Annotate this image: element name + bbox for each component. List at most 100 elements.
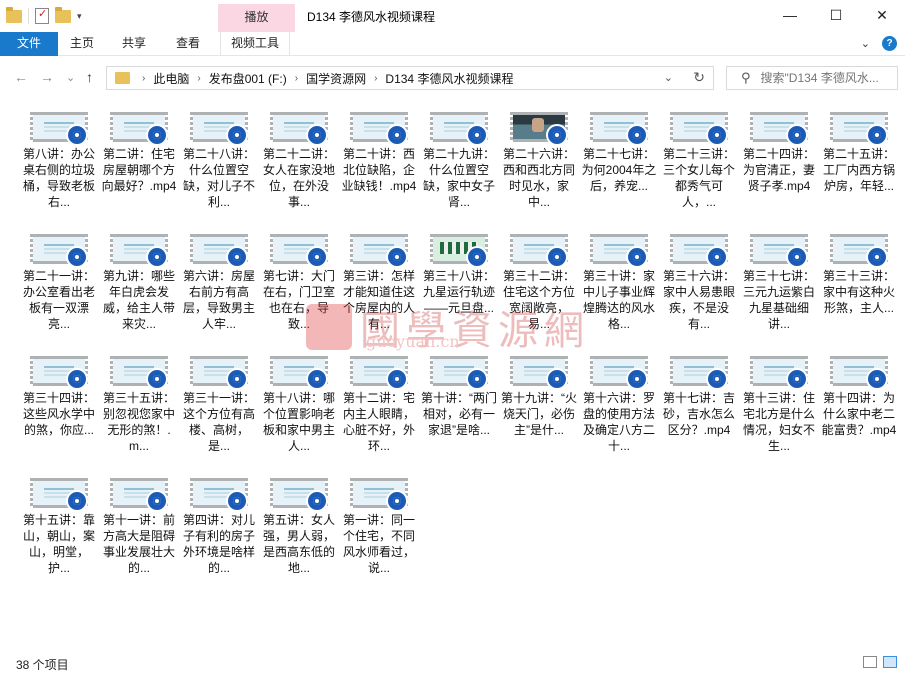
file-item[interactable]: 第十三讲：住宅北方是什么情况，妇女不生... [740,348,818,460]
chevron-right-icon[interactable]: › [142,73,145,84]
breadcrumb-current[interactable]: D134 李德风水视频课程 [385,70,513,87]
file-name: 第十九讲：“火烧天门，必伤主”是什... [501,391,577,437]
file-item[interactable]: 第十五讲：靠山，朝山，案山，明堂，护... [20,470,98,582]
window-title: D134 李德风水视频课程 [307,10,436,24]
file-list[interactable]: 第八讲：办公桌右侧的垃圾桶，导致老板右... 第二讲：住宅房屋朝哪个方向最好？.m… [0,100,905,650]
ribbon-right-controls: ⌄ ? [861,36,897,51]
file-item[interactable]: 第十四讲：为什么家中老二能富贵？.mp4 [820,348,898,460]
media-player-icon [306,124,328,146]
up-button[interactable]: ↑ [86,69,93,85]
file-name: 第八讲：办公桌右侧的垃圾桶，导致老板右... [22,147,95,209]
chevron-right-icon[interactable]: › [374,73,377,84]
media-player-icon [466,246,488,268]
forward-button[interactable]: → [40,69,54,85]
file-item[interactable]: 第二十四讲：为官清正，妻贤子孝.mp4 [740,104,818,216]
file-item[interactable]: 第二十八讲：什么位置空缺，对儿子不利... [180,104,258,216]
minimize-button[interactable]: — [767,0,813,30]
file-item[interactable]: 第二十讲：西北位缺陷，企业缺钱！.mp4 [340,104,418,216]
address-dropdown-chevron-icon[interactable]: ⌄ [664,71,673,84]
file-name: 第二十六讲：西和西北方同时见水，家中... [502,147,575,209]
file-item[interactable]: 第二十七讲：为何2004年之后，养宠... [580,104,658,216]
file-item[interactable]: 第二十六讲：西和西北方同时见水，家中... [500,104,578,216]
breadcrumb-folder[interactable]: 国学资源网 [306,70,366,87]
file-item[interactable]: 第九讲：哪些年白虎会发威，给主人带来灾... [100,226,178,338]
file-item[interactable]: 第十九讲：“火烧天门，必伤主”是什... [500,348,578,460]
file-item[interactable]: 第三十讲：家中儿子事业辉煌腾达的风水格... [580,226,658,338]
breadcrumb-drive[interactable]: 发布盘001 (F:) [209,70,287,87]
file-item[interactable]: 第十六讲：罗盘的使用方法及确定八方二十... [580,348,658,460]
window-controls: — ☐ ✕ [767,0,905,30]
file-item[interactable]: 第二十二讲：女人在家没地位，在外没事... [260,104,338,216]
tab-video-tools[interactable]: 视频工具 [220,32,291,56]
file-item[interactable]: 第二十九讲：什么位置空缺，家中女子肾... [420,104,498,216]
details-view-icon[interactable] [863,656,877,668]
media-player-icon [386,490,408,512]
tab-view[interactable]: 查看 [166,32,210,56]
file-item[interactable]: 第十七讲：吉砂，吉水怎么区分？.mp4 [660,348,738,460]
file-name: 第二十讲：西北位缺陷，企业缺钱！.mp4 [341,147,417,193]
maximize-button[interactable]: ☐ [813,0,859,30]
recent-locations-chevron-icon[interactable]: ⌄ [66,71,75,84]
large-icons-view-icon[interactable] [883,656,897,668]
file-item[interactable]: 第三十六讲：家中人易患眼疾，不是没有... [660,226,738,338]
file-item[interactable]: 第三十五讲：别忽视您家中无形的煞！.m... [100,348,178,460]
address-bar[interactable]: › 此电脑 › 发布盘001 (F:) › 国学资源网 › D134 李德风水视… [106,66,714,90]
media-player-icon [626,246,648,268]
file-item[interactable]: 第十八讲：哪个位置影响老板和家中男主人... [260,348,338,460]
properties-icon[interactable] [35,7,49,24]
context-tab-play[interactable]: 播放 [218,4,295,32]
file-item[interactable]: 第七讲：大门在右，门卫室也在右，导致... [260,226,338,338]
file-item[interactable]: 第三十七讲：三元九运紫白九星基础细讲... [740,226,818,338]
file-name: 第二讲：住宅房屋朝哪个方向最好？.mp4 [101,147,177,193]
search-input[interactable] [760,71,881,85]
file-name: 第十四讲：为什么家中老二能富贵？.mp4 [821,391,897,437]
file-item[interactable]: 第三讲：怎样才能知道住这个房屋内的人有... [340,226,418,338]
view-switcher [863,656,897,668]
search-box[interactable]: ⚲ [726,66,898,90]
folder-icon [115,72,130,84]
file-name: 第三十八讲：九星运行轨迹——元旦盘... [422,269,495,315]
file-name: 第二十三讲：三个女儿每个都秀气可人，... [662,147,735,209]
folder-icon[interactable] [6,6,22,23]
file-item[interactable]: 第三十二讲：住宅这个方位宽阔敞亮，易... [500,226,578,338]
breadcrumb-this-pc[interactable]: 此电脑 [153,70,189,87]
file-item[interactable]: 第一讲：同一个住宅，不同风水师看过，说... [340,470,418,582]
media-player-icon [626,124,648,146]
file-item[interactable]: 第三十三讲：家中有这种火形煞，主人... [820,226,898,338]
file-name: 第四讲：对儿子有利的房子外环境是啥样的... [182,513,255,575]
chevron-right-icon[interactable]: › [197,73,200,84]
customize-toolbar-dropdown[interactable]: ▾ [77,11,82,22]
status-bar: 38 个项目 [0,651,905,675]
file-item[interactable]: 第十一讲：前方高大是阻碍事业发展壮大的... [100,470,178,582]
file-item[interactable]: 第三十八讲：九星运行轨迹——元旦盘... [420,226,498,338]
file-item[interactable]: 第三十一讲：这个方位有高楼、高树，是... [180,348,258,460]
file-item[interactable]: 第十二讲：宅内主人眼睛，心脏不好，外环... [340,348,418,460]
media-player-icon [786,368,808,390]
file-item[interactable]: 第四讲：对儿子有利的房子外环境是啥样的... [180,470,258,582]
expand-ribbon-chevron-icon[interactable]: ⌄ [861,37,870,50]
tab-file[interactable]: 文件 [0,32,58,56]
help-icon[interactable]: ? [882,36,897,51]
file-item[interactable]: 第六讲：房屋右前方有高层，导致男主人牢... [180,226,258,338]
chevron-right-icon[interactable]: › [295,73,298,84]
file-name: 第三十一讲：这个方位有高楼、高树，是... [182,391,255,453]
file-item[interactable]: 第二十一讲：办公室看出老板有一双漂亮... [20,226,98,338]
file-item[interactable]: 第二十五讲：工厂内西方锅炉房，年轻... [820,104,898,216]
refresh-icon[interactable]: ↻ [693,69,705,86]
media-player-icon [786,124,808,146]
tab-share[interactable]: 共享 [112,32,156,56]
quick-access-toolbar: ▾ [6,6,82,26]
tab-home[interactable]: 主页 [60,32,104,56]
file-item[interactable]: 第二十三讲：三个女儿每个都秀气可人，... [660,104,738,216]
file-item[interactable]: 第三十四讲：这些风水学中的煞，你应... [20,348,98,460]
file-item[interactable]: 第八讲：办公桌右侧的垃圾桶，导致老板右... [20,104,98,216]
new-folder-icon[interactable] [55,6,71,23]
file-name: 第三十三讲：家中有这种火形煞，主人... [822,269,895,315]
file-item[interactable]: 第二讲：住宅房屋朝哪个方向最好？.mp4 [100,104,178,216]
close-button[interactable]: ✕ [859,0,905,30]
file-item[interactable]: 第十讲：“两门相对，必有一家退”是啥... [420,348,498,460]
back-button[interactable]: ← [14,69,28,85]
file-item[interactable]: 第五讲：女人强，男人弱，是西高东低的地... [260,470,338,582]
toolbar-divider [28,8,29,24]
media-player-icon [306,490,328,512]
